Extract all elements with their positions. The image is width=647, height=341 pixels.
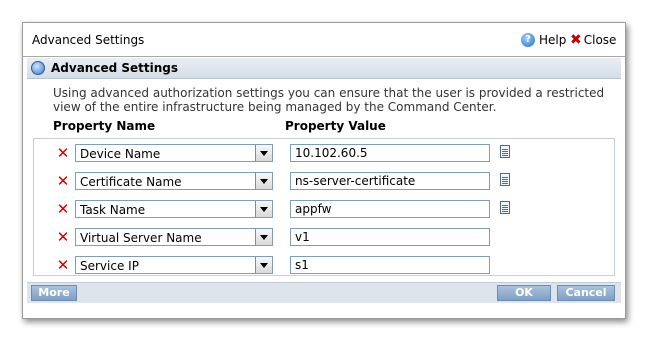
help-link[interactable]: ? Help xyxy=(521,32,566,48)
dialog-titlebar: Advanced Settings ? Help ✖ Close xyxy=(23,23,625,57)
dialog-title: Advanced Settings xyxy=(32,33,145,47)
property-name-select[interactable]: Device Name xyxy=(75,144,273,162)
property-value-input[interactable] xyxy=(290,144,490,162)
close-label: Close xyxy=(583,33,617,47)
more-button[interactable]: More xyxy=(31,285,77,301)
settings-globe-icon xyxy=(31,61,45,75)
property-row: ✕ Virtual Server Name xyxy=(34,228,614,248)
help-icon: ? xyxy=(521,33,535,47)
ok-button[interactable]: OK xyxy=(497,285,551,301)
section-title: Advanced Settings xyxy=(51,61,179,75)
property-name-selected: Task Name xyxy=(80,203,146,217)
property-name-select[interactable]: Certificate Name xyxy=(75,172,273,190)
delete-x-icon[interactable]: ✕ xyxy=(56,173,70,189)
property-name-selected: Service IP xyxy=(80,259,139,273)
property-row: ✕ Certificate Name xyxy=(34,172,614,192)
delete-x-icon[interactable]: ✕ xyxy=(56,145,70,161)
close-link[interactable]: ✖ Close xyxy=(570,32,616,48)
chevron-down-icon[interactable] xyxy=(255,257,272,273)
property-name-selected: Certificate Name xyxy=(80,175,182,189)
property-name-select[interactable]: Service IP xyxy=(75,256,273,274)
property-value-input[interactable] xyxy=(290,200,490,218)
help-label: Help xyxy=(539,33,567,47)
property-rows: ✕ Device Name ✕ Certificate Name ✕ Task … xyxy=(33,138,615,276)
delete-x-icon[interactable]: ✕ xyxy=(56,201,70,217)
column-header-property-name: Property Name xyxy=(53,119,156,133)
chevron-down-icon[interactable] xyxy=(255,229,272,245)
section-header: Advanced Settings xyxy=(27,58,621,79)
advanced-settings-dialog: Advanced Settings ? Help ✖ Close Advance… xyxy=(22,22,626,319)
close-icon: ✖ xyxy=(570,32,582,48)
delete-x-icon[interactable]: ✕ xyxy=(56,229,70,245)
delete-x-icon[interactable]: ✕ xyxy=(56,257,70,273)
section-description: Using advanced authorization settings yo… xyxy=(53,86,605,114)
document-picker-icon[interactable] xyxy=(500,145,510,158)
property-name-selected: Virtual Server Name xyxy=(80,231,202,245)
property-value-input[interactable] xyxy=(290,256,490,274)
property-name-selected: Device Name xyxy=(80,147,161,161)
property-row: ✕ Task Name xyxy=(34,200,614,220)
property-value-input[interactable] xyxy=(290,228,490,246)
document-picker-icon[interactable] xyxy=(500,201,510,214)
property-value-input[interactable] xyxy=(290,172,490,190)
chevron-down-icon[interactable] xyxy=(255,201,272,217)
property-row: ✕ Device Name xyxy=(34,144,614,164)
property-row: ✕ Service IP xyxy=(34,256,614,276)
property-name-select[interactable]: Task Name xyxy=(75,200,273,218)
dialog-footer: More OK Cancel xyxy=(27,282,621,303)
cancel-button[interactable]: Cancel xyxy=(557,285,615,301)
property-name-select[interactable]: Virtual Server Name xyxy=(75,228,273,246)
chevron-down-icon[interactable] xyxy=(255,145,272,161)
column-header-property-value: Property Value xyxy=(285,119,386,133)
chevron-down-icon[interactable] xyxy=(255,173,272,189)
document-picker-icon[interactable] xyxy=(500,173,510,186)
